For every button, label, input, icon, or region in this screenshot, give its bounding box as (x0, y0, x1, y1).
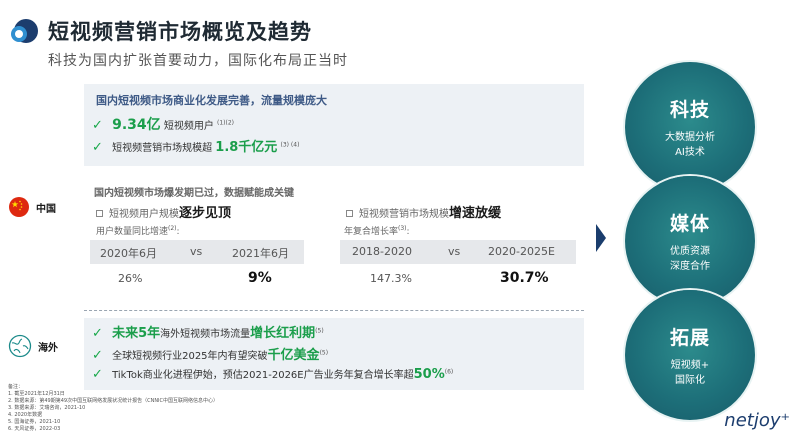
china-flag-icon (9, 197, 29, 217)
user-growth-comparison: 2020年6月 vs 2021年6月 26% 9% (90, 240, 304, 296)
tiktok-row: ✓ TikTok商业化进程伊始，预估2021-2026E广告业务年复合增长率超5… (92, 367, 454, 382)
circle-tech: 科技 大数据分析 AI技术 (625, 62, 755, 192)
brand-logo: netjoy⁺ (724, 410, 790, 431)
cagr-comparison: 2018-2020 vs 2020-2025E 147.3% 30.7% (340, 240, 576, 296)
logo-icon (11, 19, 38, 43)
check-icon: ✓ (92, 367, 103, 382)
page-subtitle: 科技为国内扩张首要动力，国际化布局正当时 (48, 53, 348, 69)
globe-icon (8, 334, 32, 358)
footnotes: 备注： 1. 截至2021年12月31日 2. 数据来源：第49期第49次中国互… (8, 384, 219, 432)
check-icon: ✓ (92, 348, 103, 363)
section-divider (84, 310, 584, 311)
checkbox-square-icon (346, 210, 353, 217)
check-icon: ✓ (92, 326, 103, 341)
china-section-heading: 国内短视频市场爆发期已过，数据赋能成关键 (94, 188, 294, 199)
check-icon: ✓ (92, 140, 103, 155)
region-china: 中国 (8, 196, 56, 218)
circle-media: 媒体 优质资源 深度合作 (625, 176, 755, 306)
overseas-growth-row: ✓ 未来5年海外短视频市场流量增长红利期(5) (92, 326, 324, 341)
marketing-scale-title: 短视频营销市场规模增速放缓 (346, 202, 501, 221)
cagr-note: 年复合增长率(3): (344, 225, 410, 237)
arrow-right-icon (596, 224, 606, 252)
circle-expansion: 拓展 短视频+ 国际化 (625, 290, 755, 420)
user-growth-note: 用户数量同比增速(2): (96, 225, 180, 237)
global-market-row: ✓ 全球短视频行业2025年内有望突破千亿美金(5) (92, 348, 329, 363)
domestic-market-heading: 国内短视频市场商业化发展完善，流量规模庞大 (96, 94, 327, 107)
region-overseas: 海外 (8, 334, 58, 358)
user-scale-title: 短视频用户规模逐步见顶 (96, 202, 231, 221)
checkbox-square-icon (96, 210, 103, 217)
check-icon: ✓ (92, 118, 103, 133)
page-title: 短视频营销市场概览及趋势 (48, 20, 312, 44)
market-size-row: ✓ 短视频营销市场规模超 1.8千亿元 (3) (4) (92, 140, 300, 155)
user-count-row: ✓ 9.34亿 短视频用户 (1)(2) (92, 117, 235, 133)
